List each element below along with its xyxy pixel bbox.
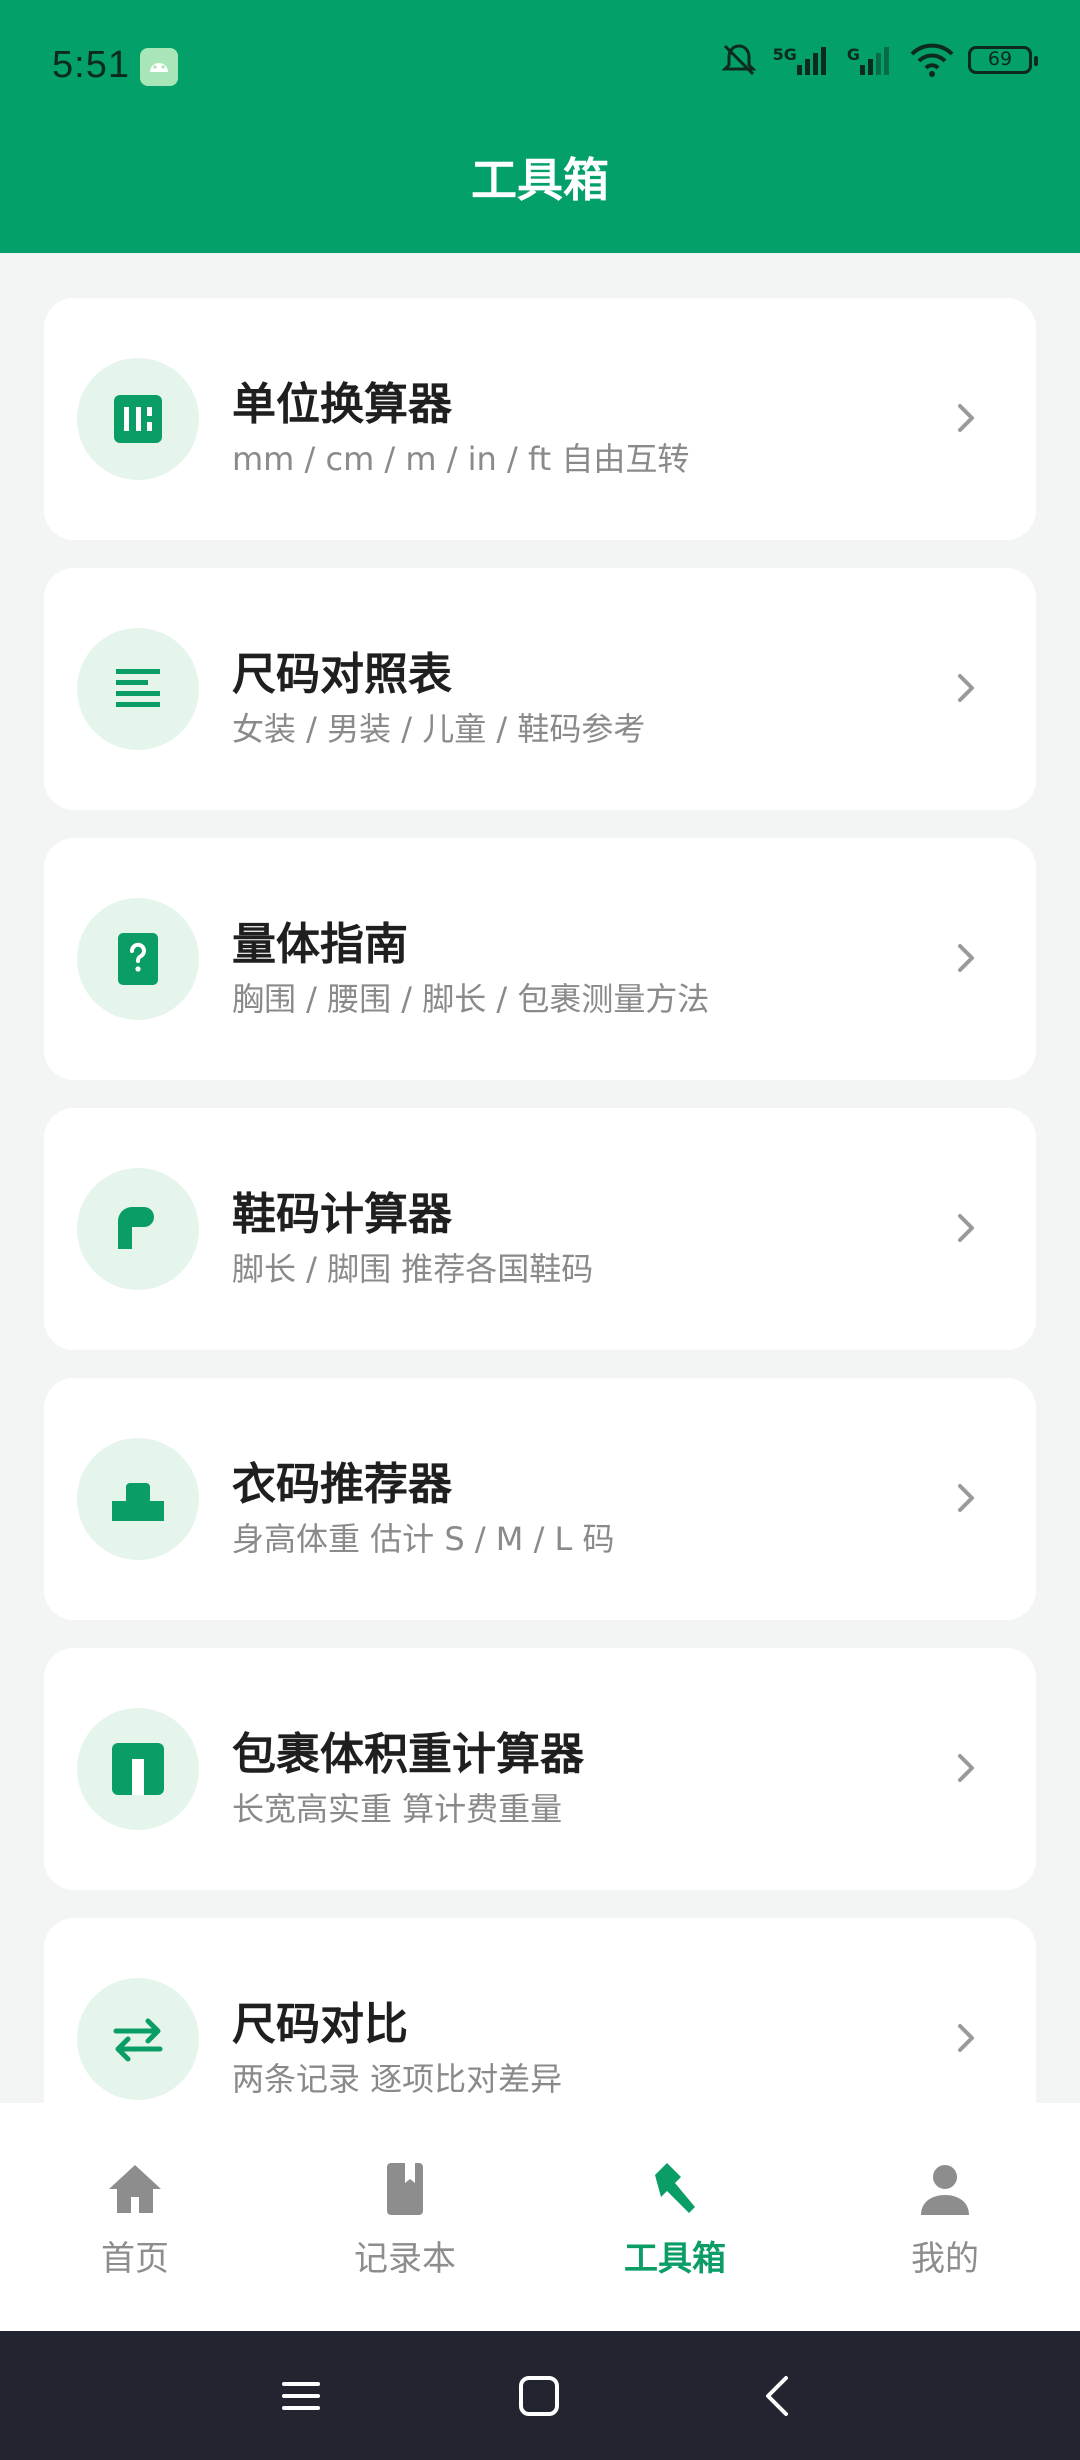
status-icons: 5G G 69	[719, 40, 1038, 80]
bottom-navigation: 首页 记录本 工具箱 我的	[0, 2103, 1080, 2331]
icon-badge	[77, 358, 199, 480]
person-icon	[921, 2165, 969, 2215]
package-icon	[112, 1743, 164, 1795]
tool-title: 包裹体积重计算器	[232, 1729, 584, 1780]
icon-badge	[77, 1708, 199, 1830]
nav-toolbox[interactable]: 工具箱	[575, 2161, 775, 2280]
signal-5g-icon: 5G	[773, 45, 833, 75]
compare-icon	[113, 2018, 163, 2062]
home-button-icon[interactable]	[516, 2373, 562, 2419]
system-navigation-bar	[0, 2331, 1080, 2460]
toolbox-icon	[655, 2163, 695, 2213]
icon-badge	[77, 628, 199, 750]
tool-title: 量体指南	[232, 919, 408, 970]
tool-subtitle: 两条记录 逐项比对差异	[232, 2060, 563, 2098]
network-type-2: G	[846, 45, 860, 64]
notebook-icon	[387, 2163, 423, 2215]
nav-label: 记录本	[354, 2239, 456, 2279]
tool-subtitle: 身高体重 估计 S / M / L 码	[232, 1520, 615, 1558]
tool-title: 鞋码计算器	[232, 1189, 452, 1240]
nav-home[interactable]: 首页	[35, 2161, 235, 2280]
body-icon	[112, 1483, 164, 1521]
tool-card-unit-converter[interactable]: 单位换算器 mm / cm / m / in / ft 自由互转	[44, 298, 1036, 540]
chevron-right-icon	[958, 1214, 974, 1242]
tool-title: 尺码对照表	[232, 649, 452, 700]
home-icon	[109, 2165, 161, 2213]
shoe-icon	[118, 1207, 154, 1249]
tool-subtitle: 脚长 / 脚围 推荐各国鞋码	[232, 1250, 594, 1288]
signal-g-icon: G	[847, 45, 896, 75]
chevron-right-icon	[958, 944, 974, 972]
wifi-icon	[910, 43, 954, 77]
app-header: 5:51 5G G 69 工具箱	[0, 0, 1080, 253]
chevron-right-icon	[958, 1754, 974, 1782]
list-icon	[116, 669, 160, 707]
nav-notebook[interactable]: 记录本	[305, 2161, 505, 2280]
tool-title: 尺码对比	[232, 1999, 408, 2050]
nav-label: 我的	[911, 2239, 979, 2279]
tool-subtitle: 女装 / 男装 / 儿童 / 鞋码参考	[232, 710, 646, 748]
chevron-right-icon	[958, 674, 974, 702]
status-bar: 5:51 5G G 69	[0, 0, 1080, 130]
android-notification-icon	[140, 48, 178, 86]
bell-muted-icon	[720, 44, 757, 76]
help-book-icon	[118, 933, 158, 985]
chevron-right-icon	[958, 1484, 974, 1512]
page-title: 工具箱	[471, 153, 609, 207]
tool-card-measure-guide[interactable]: 量体指南 胸围 / 腰围 / 脚长 / 包裹测量方法	[44, 838, 1036, 1080]
network-type: 5G	[772, 45, 797, 64]
battery-level: 69	[987, 48, 1013, 70]
tool-card-package-volume[interactable]: 包裹体积重计算器 长宽高实重 算计费重量	[44, 1648, 1036, 1890]
status-time: 5:51	[52, 44, 130, 86]
tool-title: 衣码推荐器	[232, 1459, 452, 1510]
nav-profile[interactable]: 我的	[845, 2161, 1045, 2280]
icon-badge	[77, 898, 199, 1020]
nav-label: 工具箱	[624, 2239, 726, 2279]
battery-icon: 69	[968, 46, 1038, 74]
chevron-right-icon	[958, 404, 974, 432]
icon-badge	[77, 1168, 199, 1290]
nav-label: 首页	[101, 2239, 169, 2279]
tool-card-clothing-recommender[interactable]: 衣码推荐器 身高体重 估计 S / M / L 码	[44, 1378, 1036, 1620]
back-icon[interactable]	[756, 2373, 802, 2419]
tool-card-size-chart[interactable]: 尺码对照表 女装 / 男装 / 儿童 / 鞋码参考	[44, 568, 1036, 810]
tool-subtitle: mm / cm / m / in / ft 自由互转	[232, 440, 690, 478]
tool-subtitle: 胸围 / 腰围 / 脚长 / 包裹测量方法	[232, 980, 710, 1018]
tool-title: 单位换算器	[232, 379, 452, 430]
tool-card-shoe-calculator[interactable]: 鞋码计算器 脚长 / 脚围 推荐各国鞋码	[44, 1108, 1036, 1350]
menu-icon[interactable]	[278, 2373, 324, 2419]
tool-subtitle: 长宽高实重 算计费重量	[232, 1790, 563, 1828]
icon-badge	[77, 1978, 199, 2100]
chevron-right-icon	[958, 2024, 974, 2052]
ruler-icon	[114, 395, 162, 443]
icon-badge	[77, 1438, 199, 1560]
